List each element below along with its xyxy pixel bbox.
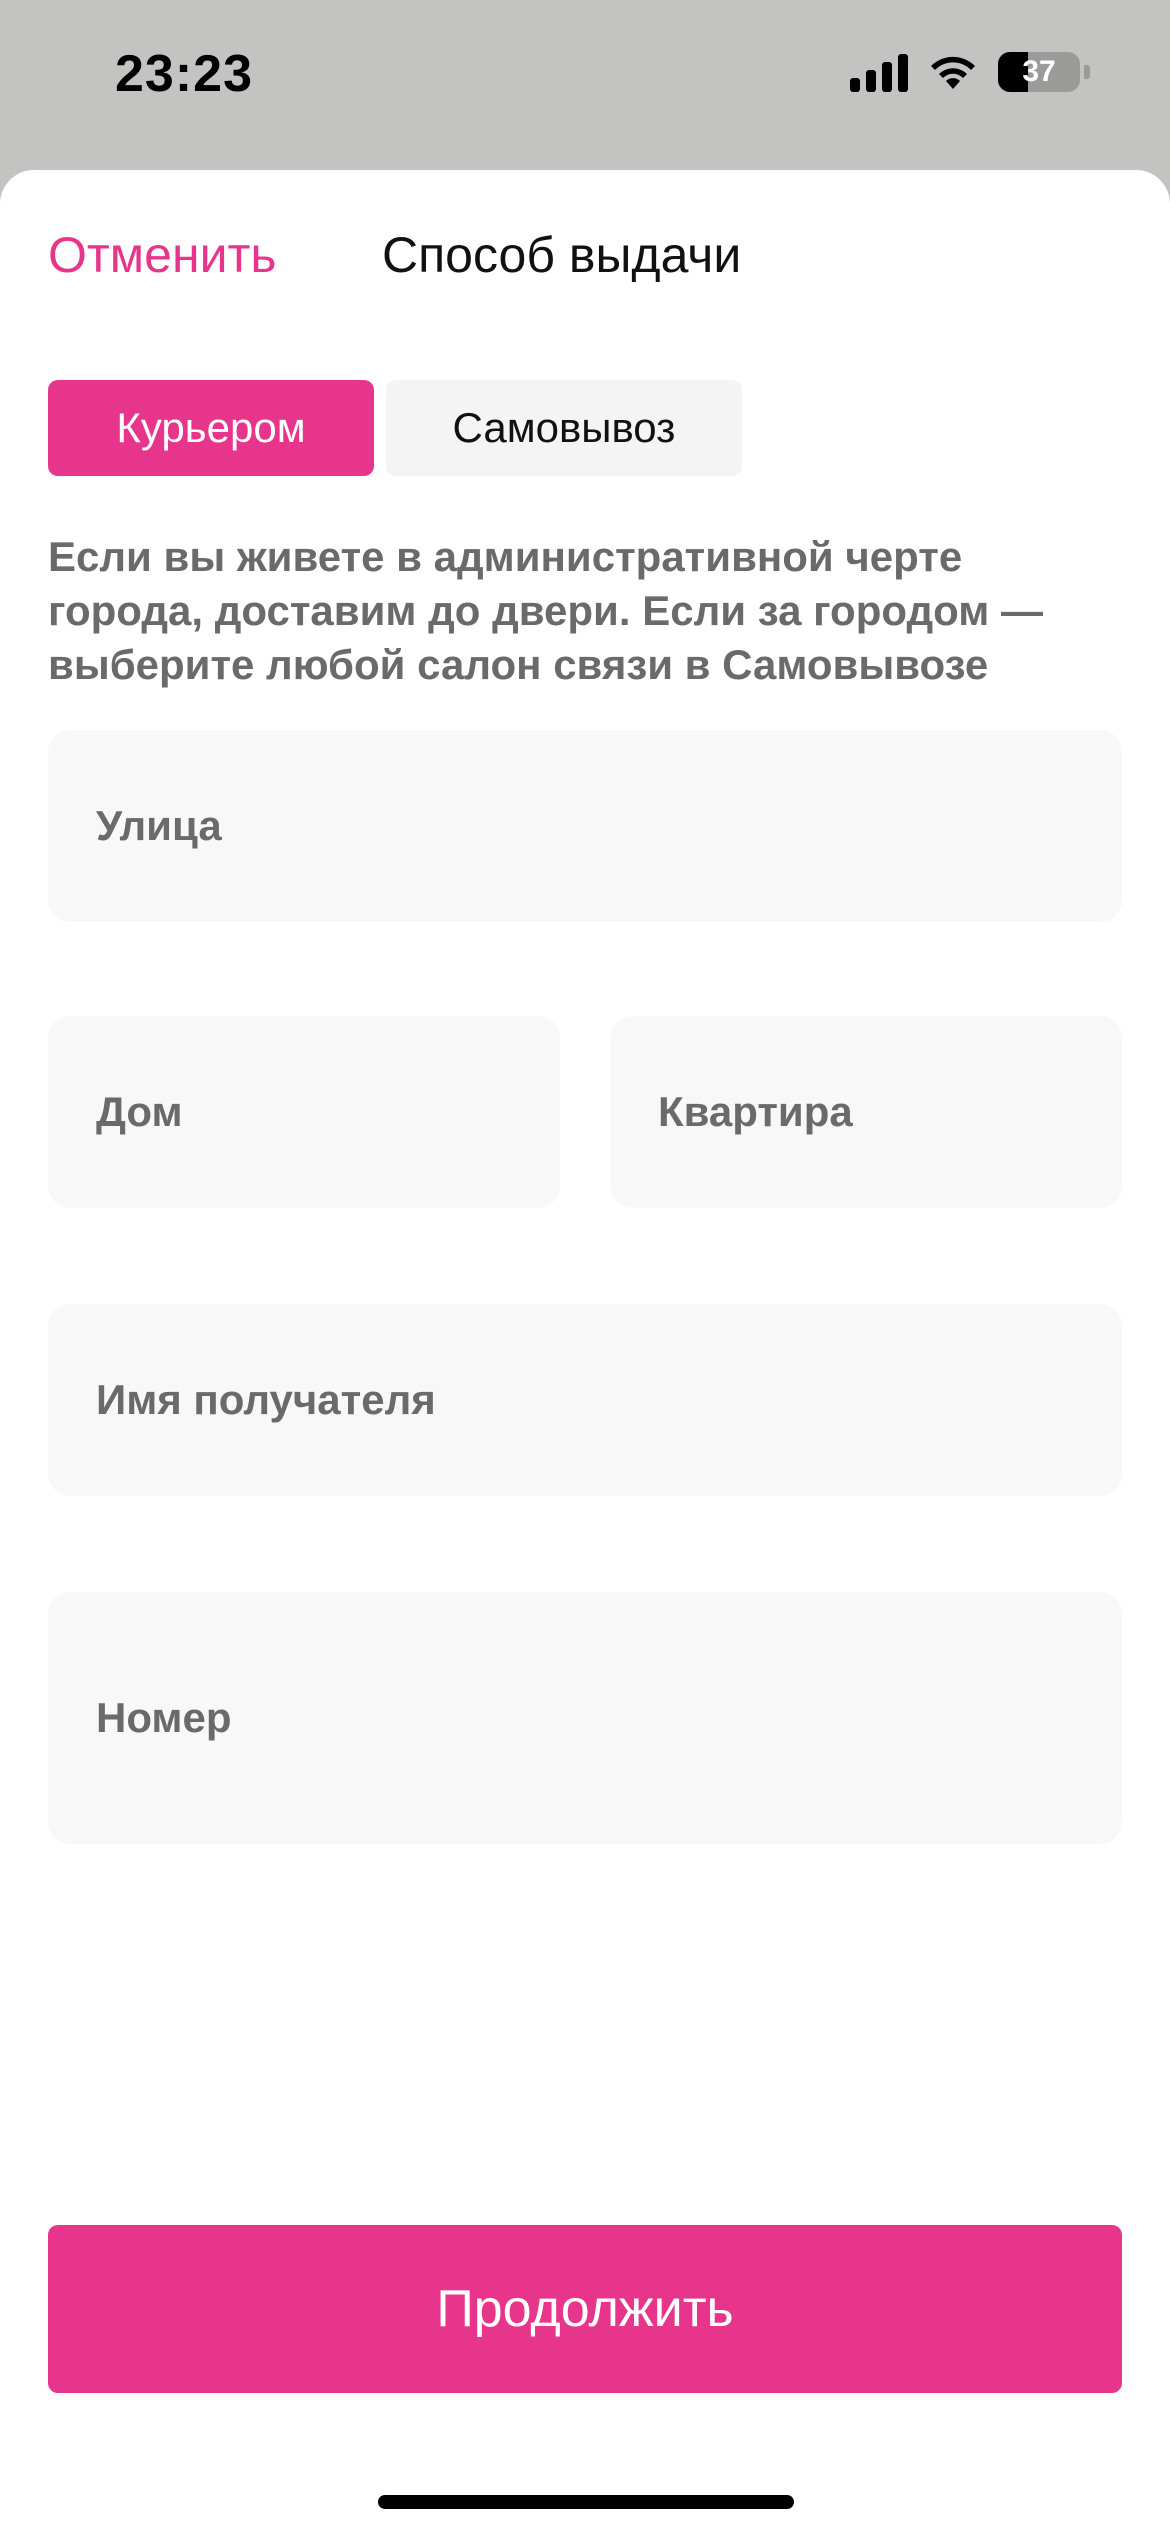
wifi-icon [931,56,975,89]
phone-input[interactable]: Номер [48,1592,1122,1844]
status-bar: 23:23 37 [0,0,1170,170]
signal-icon [850,52,908,92]
status-time: 23:23 [115,45,253,103]
apartment-placeholder: Квартира [658,1088,853,1135]
house-input[interactable]: Дом [48,1016,560,1208]
home-indicator [378,2495,794,2509]
bottom-sheet: Отменить Способ выдачи Курьером Самовыво… [0,170,1170,2532]
tab-pickup[interactable]: Самовывоз [386,380,742,476]
street-placeholder: Улица [96,802,222,849]
sheet-title: Способ выдачи [382,227,742,283]
cancel-button[interactable]: Отменить [48,226,276,284]
continue-button[interactable]: Продолжить [48,2225,1122,2393]
house-placeholder: Дом [96,1088,183,1135]
delivery-info-text: Если вы живете в административной черте … [48,533,1043,688]
street-input[interactable]: Улица [48,730,1122,922]
status-icons: 37 [850,52,1090,92]
delivery-method-tabs: Курьером Самовывоз [48,380,742,476]
sheet-header: Отменить Способ выдачи [0,170,1170,340]
battery-level: 37 [1022,55,1056,88]
tab-courier[interactable]: Курьером [48,380,374,476]
battery-cap [1084,65,1090,79]
recipient-name-input[interactable]: Имя получателя [48,1304,1122,1496]
apartment-input[interactable]: Квартира [610,1016,1122,1208]
battery-icon: 37 [998,52,1080,92]
recipient-placeholder: Имя получателя [96,1376,436,1423]
phone-placeholder: Номер [96,1694,232,1741]
